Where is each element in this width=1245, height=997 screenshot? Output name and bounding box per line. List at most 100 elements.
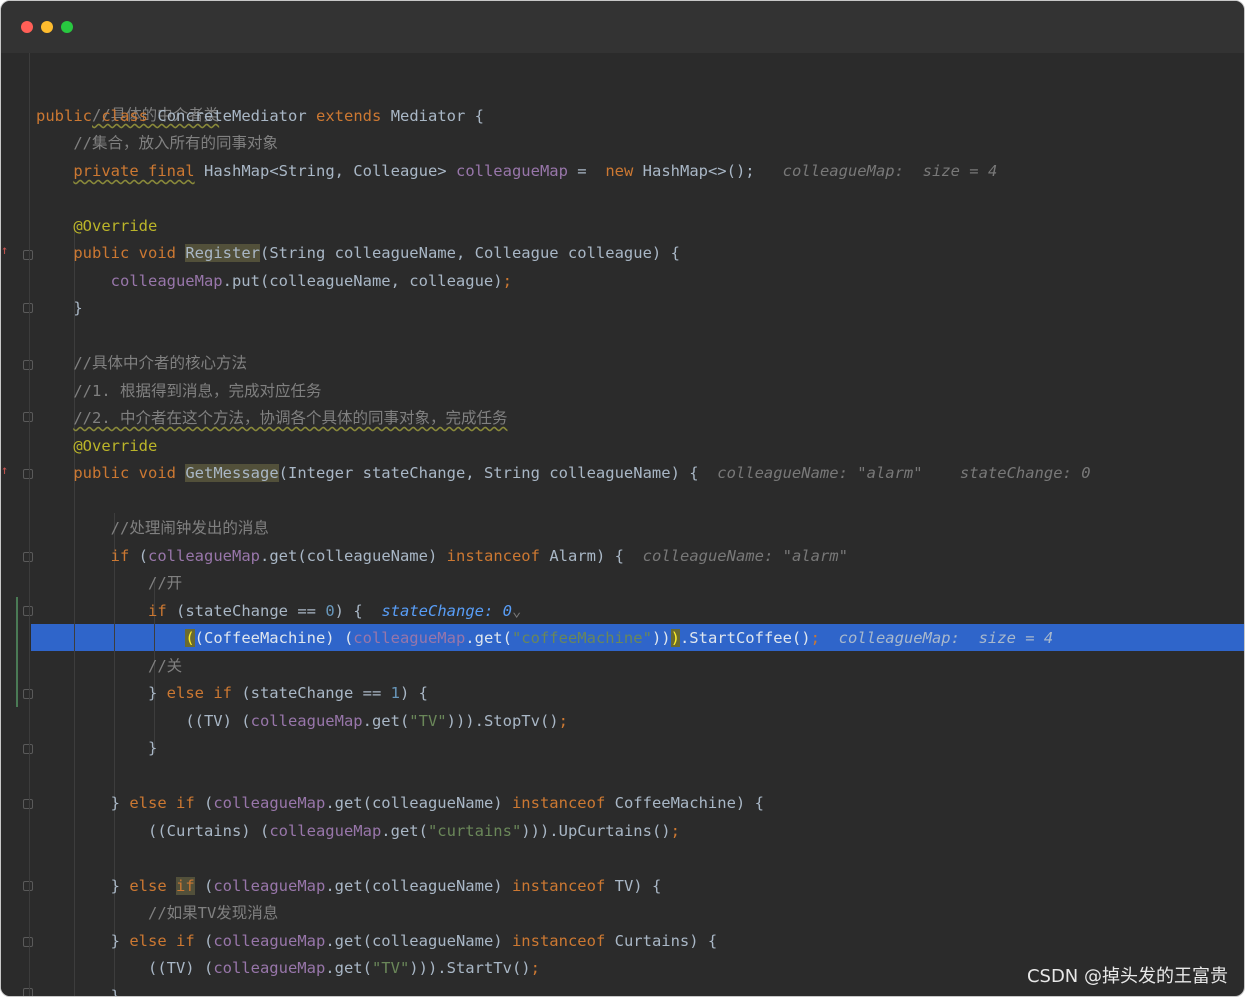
debug-inline-hint[interactable]: stateChange: 0 [381, 602, 512, 620]
code-text: ; [558, 712, 568, 730]
keyword: else [129, 877, 167, 895]
code-text: TV) { [605, 877, 662, 895]
matched-brace: ) [670, 629, 680, 647]
code-line: //1. 根据得到消息，完成对应任务 [36, 378, 322, 404]
code-line: //关 [36, 653, 182, 679]
keyword: new [605, 162, 634, 180]
code-text: } [110, 877, 130, 895]
field: colleagueMap [455, 162, 568, 180]
code-text: )) [651, 629, 671, 647]
method-name: GetMessage [185, 464, 279, 482]
code-text: } [73, 299, 83, 317]
keyword: instanceof [511, 794, 606, 812]
debug-inline-hint: colleagueName: "alarm" [717, 464, 923, 482]
keyword: extends [316, 107, 382, 125]
string-literal: "TV" [371, 959, 410, 977]
maximize-window-button[interactable] [61, 21, 73, 33]
code-text: HashMap<>(); [642, 162, 755, 180]
annotation: @Override [73, 217, 158, 235]
code-text: ( [138, 547, 149, 565]
code-text: ))).StopTv() [446, 712, 559, 730]
code-line: if (stateChange == 0) { stateChange: 0⌄ [36, 598, 521, 624]
code-line: //集合，放入所有的同事对象 [36, 130, 278, 156]
code-line: //具体的中介者类 [36, 76, 219, 124]
code-text: (stateChange == [231, 684, 391, 702]
code-text: ( [194, 877, 214, 895]
close-window-button[interactable] [21, 21, 33, 33]
code-editor[interactable]: //具体的中介者类 public class ConcreteMediator … [31, 53, 1244, 996]
field: colleagueMap [213, 959, 326, 977]
code-text: .get(colleagueName) [325, 877, 512, 895]
field: colleagueMap [213, 794, 326, 812]
code-line: //具体中介者的核心方法 [36, 350, 247, 376]
vcs-change-marker [16, 597, 18, 707]
class-name: ConcreteMediator [157, 107, 307, 125]
override-arrow-icon[interactable]: ↑ [1, 243, 8, 257]
code-line: //2. 中介者在这个方法，协调各个具体的同事对象，完成任务 [36, 405, 508, 431]
code-text: ( [194, 794, 214, 812]
code-line: public class ConcreteMediator extends Me… [36, 103, 484, 129]
code-text: } [147, 739, 158, 757]
keyword: instanceof [511, 932, 606, 950]
field: colleagueMap [250, 712, 363, 730]
code-line: } else if (stateChange == 1) { [36, 680, 428, 706]
override-arrow-icon[interactable]: ↑ [1, 463, 8, 477]
keyword: public void [73, 244, 176, 262]
code-text: ((TV) ( [147, 959, 214, 977]
code-text: Alarm) { [549, 547, 624, 565]
code-text: (String colleagueName, Colleague colleag… [259, 244, 680, 262]
code-text: ))).StartTv() [409, 959, 531, 977]
debug-inline-hint: colleagueName: "alarm" [642, 547, 848, 565]
chevron-down-icon[interactable]: ⌄ [512, 602, 521, 620]
code-text: ))).UpCurtains() [521, 822, 671, 840]
code-text: .get(colleagueName) [325, 932, 512, 950]
keyword: instanceof [446, 547, 540, 565]
editor-gutter[interactable]: ↑ ↑ [1, 53, 33, 996]
string-literal: "coffeeMachine" [511, 629, 652, 647]
number-literal: 1 [390, 684, 400, 702]
gutter-divider [29, 53, 30, 996]
ide-window: ↑ ↑ //具体的中介者类 public class ConcreteMedia… [0, 0, 1245, 997]
code-line: //处理闹钟发出的消息 [36, 515, 269, 541]
field: colleagueMap [213, 932, 326, 950]
code-line: private final HashMap<String, Colleague>… [36, 158, 997, 184]
code-text: (CoffeeMachine) ( [194, 629, 354, 647]
minimize-window-button[interactable] [41, 21, 53, 33]
method-name: Register [185, 244, 260, 262]
code-text: ((Curtains) ( [147, 822, 270, 840]
keyword: else if [129, 794, 195, 812]
field: colleagueMap [213, 877, 326, 895]
keyword: instanceof [511, 877, 606, 895]
code-line: } else if (colleagueMap.get(colleagueNam… [36, 928, 718, 954]
keyword: public void [73, 464, 176, 482]
keyword: else if [129, 932, 195, 950]
debug-inline-hint: stateChange: 0 [959, 464, 1091, 482]
code-text: ; [670, 822, 680, 840]
field: colleagueMap [110, 272, 223, 290]
code-comment: //1. 根据得到消息，完成对应任务 [73, 382, 322, 400]
code-text: } [147, 684, 167, 702]
code-comment: //2. 中介者在这个方法，协调各个具体的同事对象，完成任务 [73, 409, 508, 427]
field: colleagueMap [353, 629, 466, 647]
string-literal: "curtains" [427, 822, 522, 840]
code-text: ( [194, 932, 214, 950]
code-line: } else if (colleagueMap.get(colleagueNam… [36, 873, 661, 899]
code-text: Mediator { [390, 107, 485, 125]
code-text: ; [502, 272, 512, 290]
debug-inline-hint: colleagueMap: size = 4 [838, 629, 1054, 647]
code-text: .put(colleagueName, colleague) [222, 272, 503, 290]
code-line: } else if (colleagueMap.get(colleagueNam… [36, 790, 764, 816]
code-text: } [110, 932, 130, 950]
code-text: .get( [465, 629, 512, 647]
code-comment: //开 [147, 574, 183, 592]
code-text: (stateChange == [176, 602, 326, 620]
code-line: ((Curtains) (colleagueMap.get("curtains"… [36, 818, 680, 844]
field: colleagueMap [269, 822, 382, 840]
code-text: ) { [334, 602, 363, 620]
keyword: private final [73, 162, 195, 180]
code-text: CoffeeMachine) { [605, 794, 764, 812]
code-text: ; [530, 959, 540, 977]
code-text: } [110, 987, 120, 997]
code-text: .get(colleagueName) [325, 794, 512, 812]
code-line: } [36, 735, 157, 761]
